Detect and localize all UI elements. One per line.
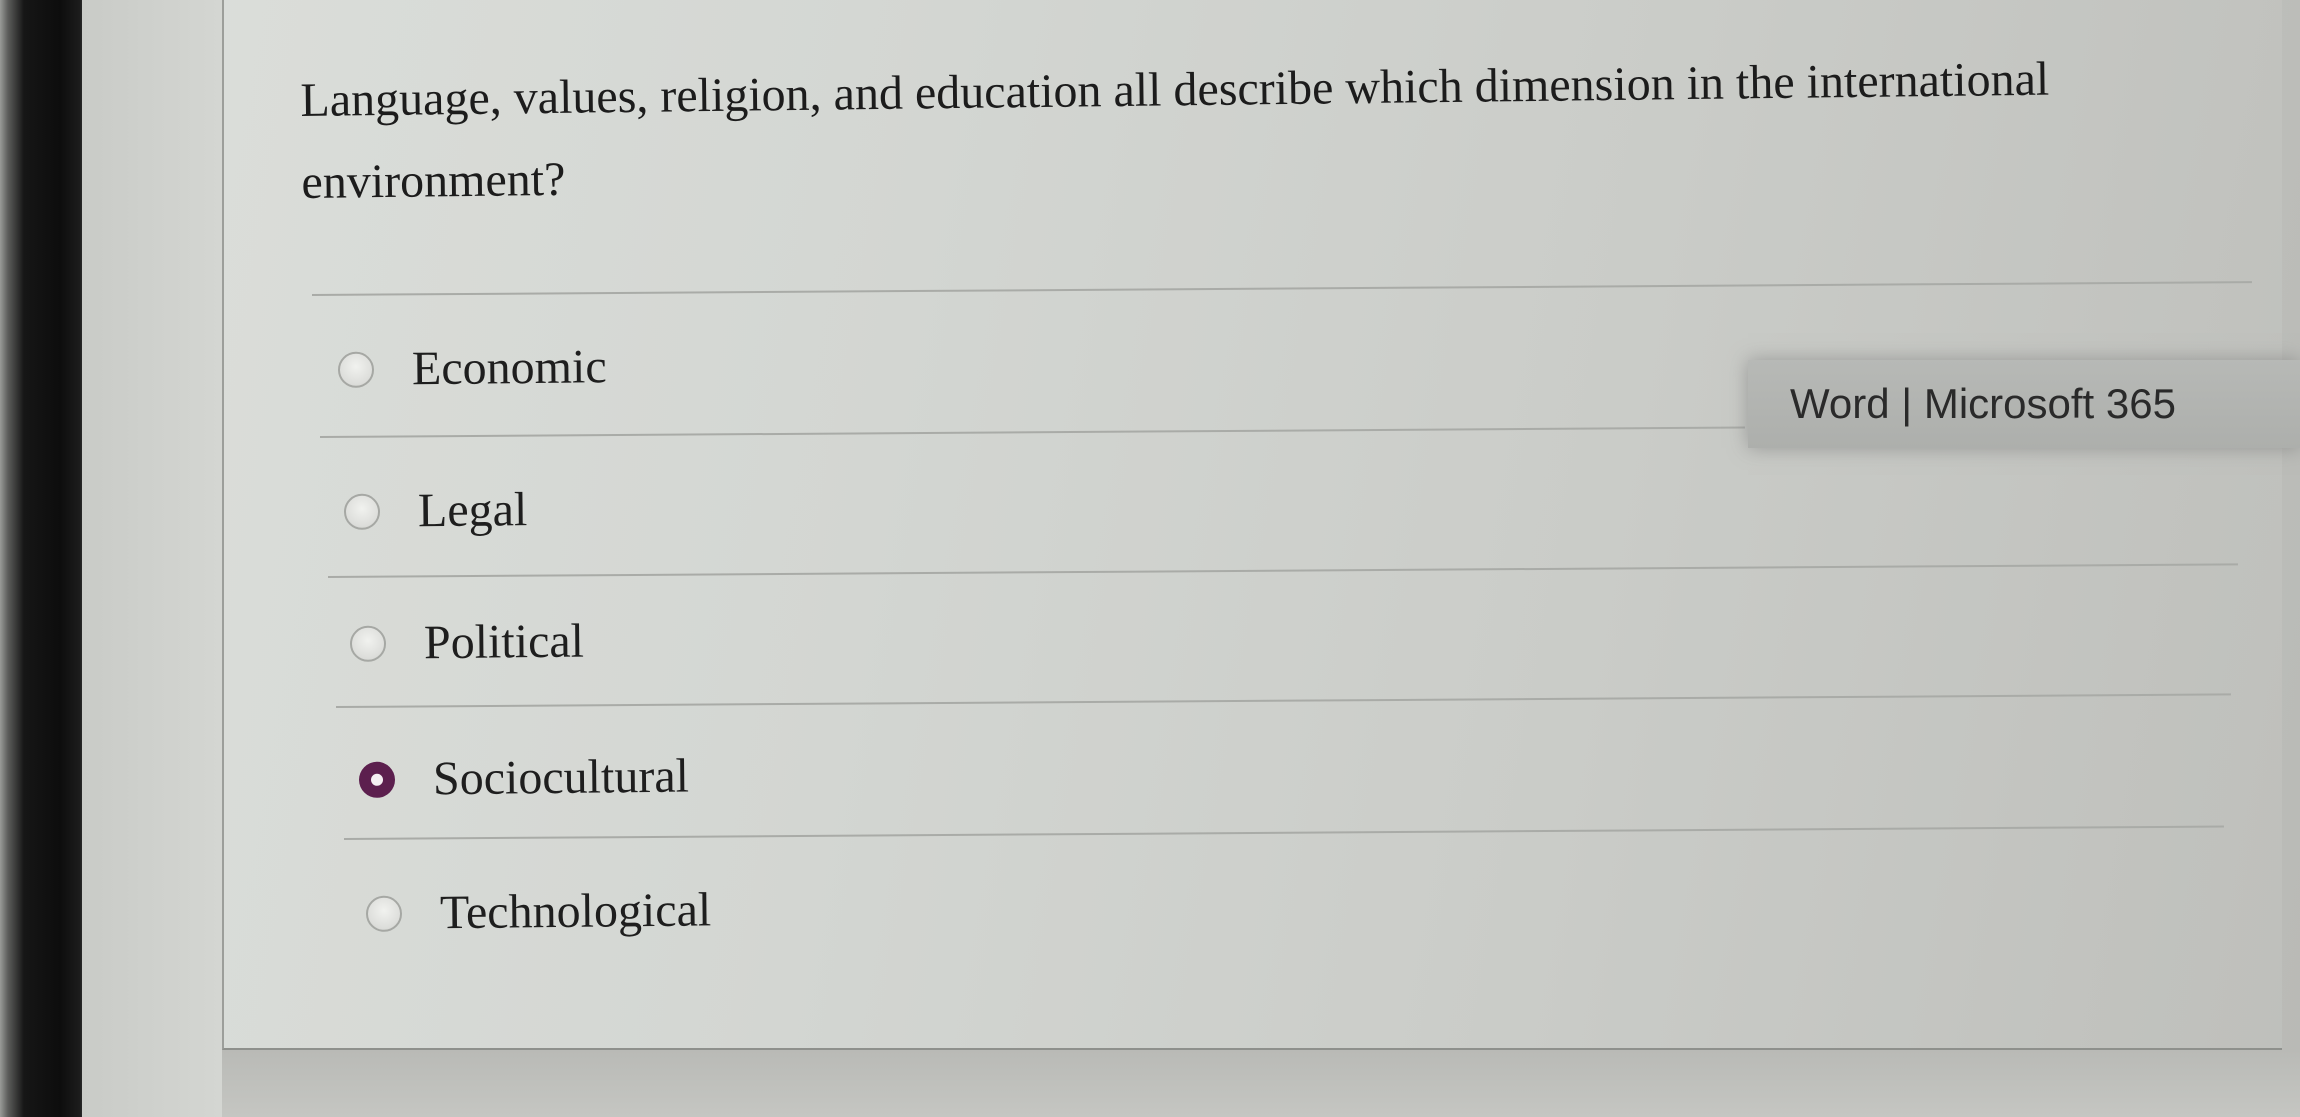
option-label: Legal [417,483,528,538]
question-text: Language, values, religion, and educatio… [300,52,2050,209]
option-legal[interactable]: Legal [343,482,528,539]
option-sociocultural[interactable]: Sociocultural [358,749,690,807]
option-label: Economic [411,340,607,396]
page-margin [82,0,222,1117]
radio-sociocultural[interactable] [358,761,396,798]
radio-technological[interactable] [365,895,403,932]
option-technological[interactable]: Technological [365,882,712,941]
option-political[interactable]: Political [349,614,585,671]
radio-political[interactable] [349,625,387,662]
page-background [222,1050,2300,1117]
option-label: Technological [439,883,712,940]
option-economic[interactable]: Economic [337,339,607,397]
option-label: Sociocultural [432,749,690,806]
option-label: Political [423,614,585,670]
radio-economic[interactable] [337,351,375,388]
monitor-bezel [0,0,82,1117]
radio-legal[interactable] [343,493,381,530]
word-tooltip: Word | Microsoft 365 [1748,360,2300,448]
